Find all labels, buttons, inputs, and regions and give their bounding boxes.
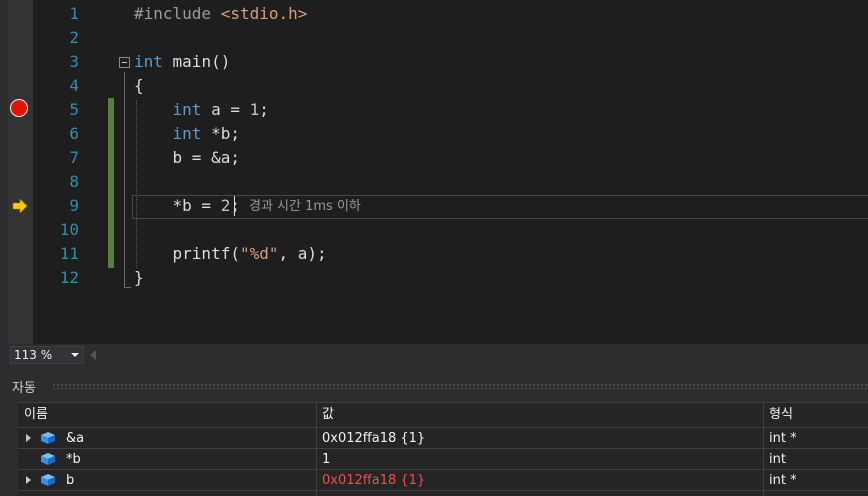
line-number: 8 (69, 172, 79, 191)
expand-arrow-icon[interactable] (26, 434, 31, 442)
line-number: 4 (69, 76, 79, 95)
line-number: 11 (59, 244, 79, 263)
variable-icon (41, 474, 55, 486)
code-token: 2 (220, 196, 231, 215)
code-token: b = &a; (134, 148, 240, 167)
row-type: int * (769, 431, 797, 446)
code-token: *b = (134, 196, 221, 215)
expand-arrow-icon[interactable] (26, 476, 31, 484)
line-number: 10 (59, 220, 79, 239)
zoom-dropdown[interactable]: 113 % (10, 346, 84, 364)
code-token: { (134, 76, 144, 95)
table-row[interactable]: *b 1 int (18, 449, 868, 470)
code-token: printf( (134, 244, 240, 263)
line-number: 7 (69, 148, 79, 167)
fold-guide (124, 72, 125, 288)
line-number: 6 (69, 124, 79, 143)
line-number: 9 (69, 196, 79, 215)
code-line[interactable]: printf("%d", a); (134, 242, 327, 266)
zoom-value: 113 % (14, 348, 53, 362)
row-value-changed[interactable]: 0x012ffa18 {1} (322, 470, 425, 491)
column-header-name[interactable]: 이름 (18, 403, 316, 427)
autos-panel-title[interactable]: 자동 (12, 377, 36, 396)
column-header-type[interactable]: 형식 (763, 403, 868, 427)
line-number: 5 (69, 100, 79, 119)
change-tracking-bar (108, 98, 114, 268)
breakpoint-icon[interactable] (10, 99, 28, 117)
code-token: main() (162, 52, 231, 71)
row-value[interactable]: 1 (322, 449, 330, 470)
code-line[interactable]: int *b; (134, 122, 240, 146)
row-type: int * (769, 473, 797, 488)
perf-tip[interactable]: 경과 시간 1ms 이하 (249, 197, 361, 217)
row-name: &a (66, 431, 85, 446)
code-line[interactable]: *b = 2; (134, 194, 240, 218)
code-token: int (172, 124, 202, 143)
line-number: 1 (69, 4, 79, 23)
instruction-pointer-icon[interactable] (12, 199, 28, 213)
code-line[interactable]: b = &a; (134, 146, 240, 170)
code-line[interactable]: { (134, 74, 144, 98)
line-number: 3 (69, 52, 79, 71)
column-header-value[interactable]: 값 (316, 403, 763, 427)
panel-grip[interactable] (52, 383, 868, 389)
code-token: , a); (278, 244, 327, 263)
code-line[interactable]: int a = 1; (134, 98, 269, 122)
variable-icon (41, 453, 55, 465)
row-name: *b (66, 452, 81, 467)
autos-table: 이름 값 형식 &a 0x012ffa18 {1} int * *b 1 int… (18, 402, 868, 496)
row-value[interactable]: 0x012ffa18 {1} (322, 428, 425, 449)
code-token: ; (230, 196, 240, 215)
code-line[interactable]: } (134, 266, 144, 290)
scroll-left-icon[interactable] (90, 350, 96, 360)
glyph-margin[interactable] (8, 0, 33, 344)
code-editor[interactable]: 1 2 3 4 5 6 7 8 9 10 11 12 #include <std… (0, 0, 868, 344)
chevron-down-icon (71, 353, 79, 357)
code-line[interactable]: #include <stdio.h> (134, 2, 307, 26)
code-token: ; (259, 100, 269, 119)
code-token: } (134, 268, 144, 287)
code-line[interactable]: int main() (134, 50, 230, 74)
code-token: *b; (201, 124, 240, 143)
line-number: 2 (69, 28, 79, 47)
line-number: 12 (59, 268, 79, 287)
code-token: "%d" (239, 244, 279, 263)
code-token: a = (201, 100, 250, 119)
code-token: #include (134, 4, 221, 23)
code-token: int (134, 52, 163, 71)
code-token: <stdio.h> (220, 4, 308, 23)
row-type: int (769, 452, 786, 467)
code-token: int (172, 100, 202, 119)
variable-icon (41, 432, 55, 444)
current-line-highlight (132, 195, 868, 219)
autos-table-header: 이름 값 형식 (18, 403, 868, 428)
table-row[interactable]: &a 0x012ffa18 {1} int * (18, 428, 868, 449)
code-token: 1 (249, 100, 260, 119)
fold-guide-end (124, 287, 131, 288)
text-caret (234, 196, 235, 216)
editor-left-strip (0, 0, 8, 344)
collapse-icon[interactable] (119, 57, 130, 68)
editor-status-bar: 113 % (0, 344, 868, 366)
row-name: b (66, 473, 75, 488)
table-row[interactable]: b 0x012ffa18 {1} int * (18, 470, 868, 491)
autos-window: 자동 이름 값 형식 &a 0x012ffa18 {1} int * *b 1 … (0, 366, 868, 496)
